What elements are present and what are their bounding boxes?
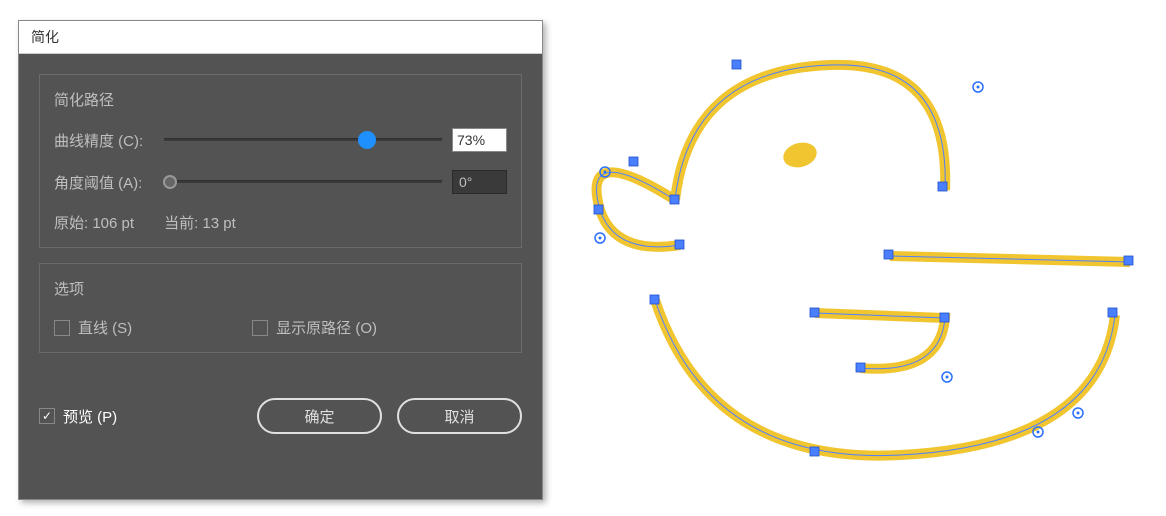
simplify-path-section: 简化路径 曲线精度 (C): 角度阈值 (A): 0° 原始: xyxy=(39,74,522,248)
options-checkbox-row: 直线 (S) 显示原路径 (O) xyxy=(54,317,507,338)
preview-option[interactable]: 预览 (P) xyxy=(39,406,117,427)
ok-button[interactable]: 确定 xyxy=(257,398,382,434)
duck-head-path xyxy=(675,65,945,200)
angle-threshold-display[interactable]: 0° xyxy=(452,170,507,194)
preview-label: 预览 (P) xyxy=(63,406,117,427)
handle-icon[interactable] xyxy=(942,372,952,382)
straight-line-label: 直线 (S) xyxy=(78,317,132,338)
checkbox-icon[interactable] xyxy=(252,320,268,336)
section-title-path: 简化路径 xyxy=(54,89,507,110)
section-title-options: 选项 xyxy=(54,278,507,299)
curve-precision-label: 曲线精度 (C): xyxy=(54,130,164,151)
canvas-preview[interactable] xyxy=(560,0,1160,516)
curve-precision-row: 曲线精度 (C): xyxy=(54,128,507,152)
handle-icon[interactable] xyxy=(1073,408,1083,418)
anchor-point-icon[interactable] xyxy=(650,295,659,304)
duck-beak-path xyxy=(597,172,680,247)
angle-threshold-label: 角度阈值 (A): xyxy=(54,172,164,193)
angle-threshold-row: 角度阈值 (A): 0° xyxy=(54,170,507,194)
anchor-point-icon[interactable] xyxy=(675,240,684,249)
curve-precision-slider[interactable] xyxy=(164,139,442,141)
original-stat: 原始: 106 pt xyxy=(54,212,134,233)
straight-line-option[interactable]: 直线 (S) xyxy=(54,317,132,338)
curve-precision-input[interactable] xyxy=(452,128,507,152)
options-section: 选项 直线 (S) 显示原路径 (O) xyxy=(39,263,522,353)
duck-artwork xyxy=(560,0,1160,516)
simplify-dialog: 简化 简化路径 曲线精度 (C): 角度阈值 (A): 0° xyxy=(18,20,543,500)
anchor-point-icon[interactable] xyxy=(884,250,893,259)
slider-thumb-icon[interactable] xyxy=(163,175,177,189)
anchor-point-icon[interactable] xyxy=(940,313,949,322)
show-original-label: 显示原路径 (O) xyxy=(276,317,377,338)
anchor-point-icon[interactable] xyxy=(938,182,947,191)
dialog-footer: 预览 (P) 确定 取消 xyxy=(19,388,542,449)
anchor-point-icon[interactable] xyxy=(629,157,638,166)
cancel-button[interactable]: 取消 xyxy=(397,398,522,434)
handle-icon[interactable] xyxy=(973,82,983,92)
checkbox-icon[interactable] xyxy=(54,320,70,336)
duck-body-path xyxy=(655,300,1115,456)
slider-thumb-icon[interactable] xyxy=(358,131,376,149)
anchor-point-icon[interactable] xyxy=(732,60,741,69)
current-stat: 当前: 13 pt xyxy=(164,212,236,233)
anchor-point-icon[interactable] xyxy=(1124,256,1133,265)
anchor-point-icon[interactable] xyxy=(670,195,679,204)
preview-checkbox-icon[interactable] xyxy=(39,408,55,424)
anchor-point-icon[interactable] xyxy=(1108,308,1117,317)
handle-icon[interactable] xyxy=(595,233,605,243)
anchor-point-icon[interactable] xyxy=(810,308,819,317)
duck-eye-icon xyxy=(780,139,819,171)
stats-row: 原始: 106 pt 当前: 13 pt xyxy=(54,212,507,233)
dialog-body: 简化路径 曲线精度 (C): 角度阈值 (A): 0° 原始: xyxy=(19,54,542,388)
anchor-point-icon[interactable] xyxy=(594,205,603,214)
show-original-option[interactable]: 显示原路径 (O) xyxy=(252,317,377,338)
dialog-title: 简化 xyxy=(19,21,542,54)
duck-wing-path xyxy=(815,313,945,369)
angle-threshold-slider[interactable] xyxy=(164,181,442,183)
anchor-point-icon[interactable] xyxy=(810,447,819,456)
anchor-point-icon[interactable] xyxy=(856,363,865,372)
